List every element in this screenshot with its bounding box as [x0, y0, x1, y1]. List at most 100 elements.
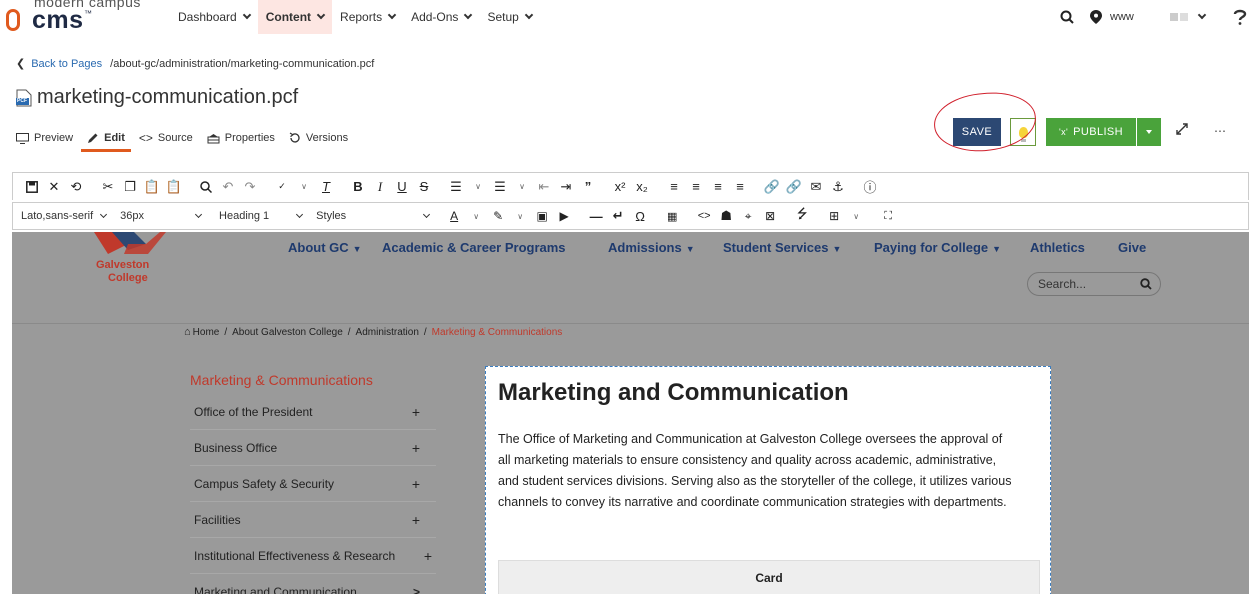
save-icon[interactable]: [21, 180, 43, 193]
cut-icon[interactable]: ✂: [97, 179, 119, 195]
image-icon[interactable]: ▣: [531, 209, 553, 223]
link-icon[interactable]: 🔗: [761, 179, 783, 195]
search-icon[interactable]: [1140, 278, 1152, 290]
card-header[interactable]: Card: [498, 560, 1040, 594]
side-item-campus-safety[interactable]: Campus Safety & Security +: [190, 466, 436, 502]
menu-content[interactable]: Content: [257, 0, 333, 34]
highlight-icon[interactable]: ✎: [487, 209, 509, 223]
text-color-icon[interactable]: A: [443, 209, 465, 223]
editable-content-region[interactable]: Marketing and Communication The Office o…: [485, 366, 1051, 594]
align-left-icon[interactable]: ≡: [663, 179, 685, 194]
help-circle-icon[interactable]: ⓘ: [859, 177, 881, 196]
logo-cms-text[interactable]: cms: [32, 6, 84, 35]
site-nav-about[interactable]: About GC ▼: [288, 240, 362, 255]
special-character-icon[interactable]: Ω: [629, 209, 651, 224]
menu-add-ons[interactable]: Add-Ons: [403, 0, 479, 34]
menu-reports[interactable]: Reports: [332, 0, 403, 34]
tab-preview[interactable]: Preview: [16, 124, 73, 152]
publish-dropdown-button[interactable]: [1137, 118, 1161, 146]
chevron-right-icon[interactable]: >: [413, 585, 420, 594]
breadcrumb-about[interactable]: About Galveston College: [232, 327, 343, 338]
site-selector[interactable]: www: [1090, 0, 1134, 34]
media-icon[interactable]: ▶: [553, 209, 575, 223]
spellcheck-icon[interactable]: ✓: [271, 181, 293, 192]
styles-select[interactable]: Styles: [316, 210, 431, 222]
italic-icon[interactable]: I: [369, 179, 391, 195]
align-justify-icon[interactable]: ≡: [729, 179, 751, 194]
subscript-icon[interactable]: x₂: [631, 179, 653, 194]
site-nav-paying[interactable]: Paying for College ▼: [874, 240, 1001, 255]
breadcrumb-home[interactable]: Home: [193, 327, 220, 338]
tab-versions[interactable]: Versions: [289, 124, 348, 152]
paste-text-icon[interactable]: 📋: [163, 179, 185, 195]
email-link-icon[interactable]: ✉: [805, 179, 827, 195]
expand-plus-icon[interactable]: +: [424, 548, 432, 564]
close-icon[interactable]: ✕: [43, 179, 65, 195]
block-format-select[interactable]: Heading 1: [219, 210, 304, 222]
font-size-select[interactable]: 36px: [120, 210, 203, 222]
line-break-icon[interactable]: ↵: [607, 208, 629, 224]
content-paragraph[interactable]: The Office of Marketing and Communicatio…: [498, 429, 1018, 513]
side-item-business-office[interactable]: Business Office +: [190, 430, 436, 466]
undo-icon[interactable]: ↶: [217, 179, 239, 195]
code-view-icon[interactable]: <>: [693, 210, 715, 222]
chevron-down-icon[interactable]: ∨: [465, 212, 487, 221]
underline-icon[interactable]: U: [391, 179, 413, 194]
side-item-office-president[interactable]: Office of the President +: [190, 394, 436, 430]
chevron-down-icon[interactable]: ∨: [845, 212, 867, 221]
side-nav-title[interactable]: Marketing & Communications: [190, 372, 373, 388]
breadcrumb-administration[interactable]: Administration: [356, 327, 419, 338]
search-icon[interactable]: [1060, 0, 1074, 34]
expand-plus-icon[interactable]: +: [412, 440, 420, 456]
history-icon[interactable]: ⟲: [65, 179, 87, 195]
paste-icon[interactable]: 📋: [141, 179, 163, 195]
indent-icon[interactable]: ⇥: [555, 179, 577, 195]
align-right-icon[interactable]: ≡: [707, 179, 729, 194]
asset-icon[interactable]: ⊠: [759, 209, 781, 223]
crop-icon[interactable]: ⌖: [737, 209, 759, 224]
expand-plus-icon[interactable]: +: [412, 512, 420, 528]
strikethrough-icon[interactable]: S: [413, 179, 435, 194]
chevron-down-icon[interactable]: ∨: [511, 182, 533, 191]
copy-icon[interactable]: ❐: [119, 179, 141, 195]
site-nav-give[interactable]: Give: [1118, 240, 1146, 255]
snippet-icon[interactable]: ▦: [661, 210, 683, 223]
tab-source[interactable]: <> Source: [139, 124, 193, 152]
table-icon[interactable]: ⊞: [823, 209, 845, 223]
clear-format-icon[interactable]: T: [315, 179, 337, 194]
lightning-icon[interactable]: ⭍: [791, 205, 813, 227]
side-item-facilities[interactable]: Facilities +: [190, 502, 436, 538]
menu-dashboard[interactable]: Dashboard: [170, 0, 258, 34]
font-family-select[interactable]: Lato,sans-serif: [21, 210, 108, 222]
expand-plus-icon[interactable]: +: [412, 476, 420, 492]
side-item-institutional-effectiveness[interactable]: Institutional Effectiveness & Research +: [190, 538, 436, 574]
site-nav-programs[interactable]: Academic & Career Programs: [382, 240, 566, 255]
anchor-icon[interactable]: ⚓: [827, 179, 849, 195]
galveston-college-logo[interactable]: Galveston College: [84, 232, 194, 292]
back-to-pages-link[interactable]: Back to Pages: [31, 58, 102, 70]
more-options-icon[interactable]: ⋯: [1214, 124, 1226, 138]
menu-setup[interactable]: Setup: [479, 0, 539, 34]
gadget-icon[interactable]: ☗: [715, 208, 737, 224]
tab-edit[interactable]: Edit: [81, 124, 131, 152]
site-nav-athletics[interactable]: Athletics: [1030, 240, 1085, 255]
redo-icon[interactable]: ↷: [239, 179, 261, 195]
outdent-icon[interactable]: ⇤: [533, 179, 555, 195]
unlink-icon[interactable]: 🔗: [783, 179, 805, 195]
find-icon[interactable]: [195, 180, 217, 193]
bullet-list-icon[interactable]: ☰: [445, 179, 467, 195]
chevron-down-icon[interactable]: ∨: [509, 212, 531, 221]
expand-icon[interactable]: [1175, 122, 1189, 136]
chevron-down-icon[interactable]: ∨: [293, 182, 315, 191]
content-heading[interactable]: Marketing and Communication: [498, 379, 849, 407]
align-center-icon[interactable]: ≡: [685, 179, 707, 194]
help-icon[interactable]: [1233, 0, 1247, 34]
horizontal-rule-icon[interactable]: —: [585, 209, 607, 224]
superscript-icon[interactable]: x²: [609, 179, 631, 194]
tab-properties[interactable]: Properties: [207, 124, 275, 152]
chevron-left-icon[interactable]: ❮: [16, 57, 25, 70]
site-nav-admissions[interactable]: Admissions ▼: [608, 240, 695, 255]
blockquote-icon[interactable]: ”: [577, 179, 599, 194]
user-menu[interactable]: [1170, 0, 1207, 34]
numbered-list-icon[interactable]: ☰: [489, 179, 511, 195]
